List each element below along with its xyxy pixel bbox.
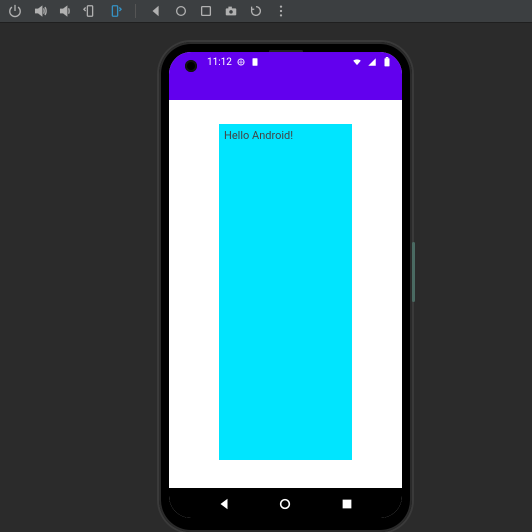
app-content: Hello Android! [169, 100, 402, 488]
battery-icon [382, 57, 392, 67]
side-button [412, 242, 415, 302]
home-icon[interactable] [174, 4, 188, 18]
nav-home-button[interactable] [278, 496, 292, 510]
notification-icon [250, 57, 260, 67]
power-icon[interactable] [8, 4, 22, 18]
screenshot-icon[interactable] [224, 4, 238, 18]
device-screen[interactable]: 11:12 Hello Android! [169, 52, 402, 518]
back-icon[interactable] [149, 4, 163, 18]
nav-back-button[interactable] [217, 496, 231, 510]
hello-text-view: Hello Android! [219, 124, 352, 460]
rotate-right-icon[interactable] [108, 4, 122, 18]
punch-hole-camera [185, 60, 197, 72]
more-icon[interactable] [274, 4, 288, 18]
nav-overview-button[interactable] [340, 496, 354, 510]
overview-icon[interactable] [199, 4, 213, 18]
navigation-bar [169, 488, 402, 518]
device-frame-container: 11:12 Hello Android! [159, 42, 412, 532]
emulator-stage: 11:12 Hello Android! [0, 22, 532, 515]
emulator-toolbar [0, 0, 532, 23]
replay-icon[interactable] [249, 4, 263, 18]
app-action-bar [169, 72, 402, 100]
volume-down-icon[interactable] [58, 4, 72, 18]
separator [135, 4, 136, 18]
debug-icon [236, 57, 246, 67]
status-bar: 11:12 [169, 52, 402, 72]
wifi-icon [352, 57, 362, 67]
volume-up-icon[interactable] [33, 4, 47, 18]
status-time: 11:12 [207, 57, 232, 68]
signal-icon [367, 57, 377, 67]
rotate-left-icon[interactable] [83, 4, 97, 18]
